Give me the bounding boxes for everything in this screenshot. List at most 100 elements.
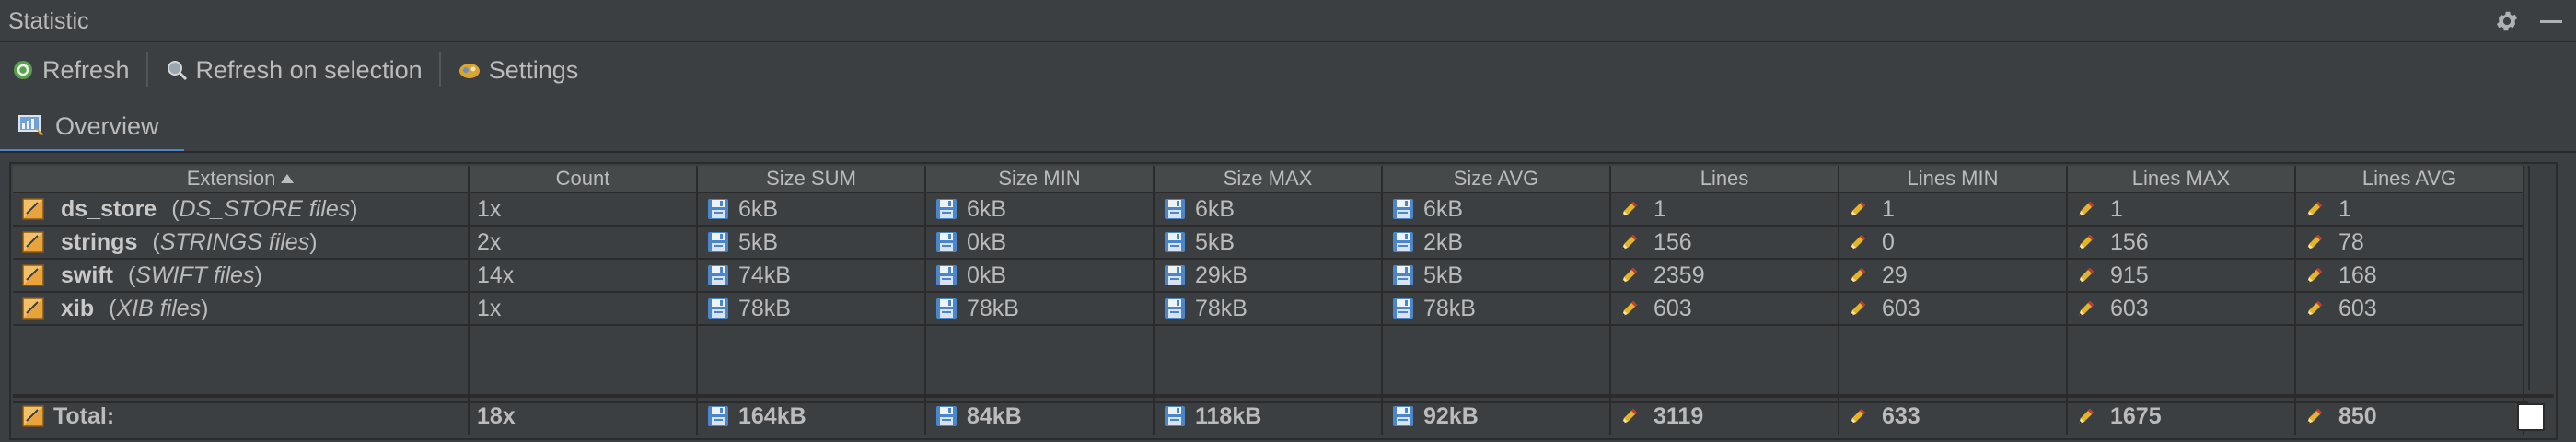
column-header-count[interactable]: Count (470, 166, 698, 193)
totals-size-avg-value: 92kB (1423, 402, 1479, 429)
count-cell: 2x (470, 227, 698, 260)
totals-count: 18x (470, 398, 698, 435)
floppy-disk-icon (934, 296, 959, 321)
lines-max-value: 156 (2110, 228, 2149, 255)
table-row[interactable]: strings (STRINGS files) 2x 5kB 0kB 5kB 2kB 156 0… (13, 227, 2528, 260)
count-value: 2x (477, 228, 502, 255)
totals-lines-max-value: 1675 (2110, 402, 2162, 429)
toolbar-separator (438, 52, 441, 87)
lines-avg-cell: 78 (2296, 227, 2524, 260)
table-row[interactable]: xib (XIB files) 1x 78kB 78kB 78kB 78kB 603 603 60… (13, 293, 2528, 326)
extension-description: (DS_STORE files) (171, 195, 358, 222)
column-header-size-max[interactable]: Size MAX (1155, 166, 1383, 193)
size-min-value: 0kB (967, 228, 1007, 255)
size-sum-cell: 6kB (698, 193, 926, 227)
size-avg-value: 6kB (1423, 195, 1464, 222)
lines-min-cell: 0 (1839, 227, 2068, 260)
column-header-size-avg[interactable]: Size AVG (1383, 166, 1611, 193)
size-sum-cell: 74kB (698, 260, 926, 293)
table-header: Extension Count Size SUM Size MIN Size M… (13, 166, 2528, 193)
lines-cell: 156 (1611, 227, 1839, 260)
column-header-label: Size MIN (998, 167, 1081, 190)
totals-size-min: 84kB (926, 398, 1155, 435)
totals-checkbox[interactable] (2517, 403, 2545, 431)
count-value: 1x (477, 195, 502, 222)
count-value: 14x (477, 262, 515, 288)
column-header-label: Size MAX (1223, 167, 1313, 190)
lines-min-value: 603 (1882, 295, 1920, 321)
count-cell: 1x (470, 293, 698, 326)
lines-avg-value: 1 (2338, 195, 2351, 222)
minimize-icon[interactable] (2535, 6, 2567, 37)
toolbar-separator (145, 52, 148, 87)
gear-icon[interactable] (2491, 6, 2523, 37)
pencil-icon (1619, 297, 1641, 320)
table-grid: Extension Count Size SUM Size MIN Size M… (13, 166, 2528, 403)
floppy-disk-icon (934, 262, 959, 288)
lines-avg-cell: 168 (2296, 260, 2524, 293)
pencil-icon (1619, 231, 1641, 253)
pencil-icon (1619, 405, 1641, 427)
vertical-scrollbar[interactable] (2528, 166, 2554, 390)
size-sum-value: 5kB (738, 228, 779, 255)
totals-size-sum-value: 164kB (738, 402, 806, 429)
size-avg-cell: 2kB (1383, 227, 1611, 260)
column-header-size-sum[interactable]: Size SUM (698, 166, 926, 193)
size-avg-value: 78kB (1423, 295, 1476, 321)
totals-row: Total: 18x 164kB 84kB 118kB 92kB 3119 63… (13, 394, 2554, 435)
column-header-extension[interactable]: Extension (13, 166, 470, 193)
pencil-icon (2303, 264, 2326, 286)
size-max-cell: 78kB (1155, 293, 1383, 326)
extension-cell: strings (STRINGS files) (13, 227, 470, 260)
lines-max-value: 1 (2110, 195, 2123, 222)
pencil-icon (1847, 198, 1869, 220)
column-header-lines-avg[interactable]: Lines AVG (2296, 166, 2524, 193)
table-body: ds_store (DS_STORE files) 1x 6kB 6kB 6kB 6kB 1 1… (13, 193, 2528, 326)
table-row[interactable]: swift (SWIFT files) 14x 74kB 0kB 29kB 5kB 2359 2… (13, 260, 2528, 293)
floppy-disk-icon (1390, 229, 1416, 255)
size-avg-cell: 78kB (1383, 293, 1611, 326)
table-row[interactable]: ds_store (DS_STORE files) 1x 6kB 6kB 6kB 6kB 1 1… (13, 193, 2528, 227)
refresh-on-selection-icon (165, 58, 189, 82)
refresh-button[interactable]: Refresh (0, 50, 141, 90)
totals-lines-avg-value: 850 (2338, 402, 2377, 429)
size-max-value: 29kB (1195, 262, 1247, 288)
column-header-lines-max[interactable]: Lines MAX (2068, 166, 2296, 193)
size-avg-cell: 6kB (1383, 193, 1611, 227)
file-type-icon (20, 403, 46, 429)
pencil-icon (2075, 297, 2097, 320)
lines-min-value: 29 (1882, 262, 1908, 288)
tab-overview[interactable]: Overview (0, 99, 184, 153)
totals-lines-min: 633 (1839, 398, 2068, 435)
extension-cell: ds_store (DS_STORE files) (13, 193, 470, 227)
totals-count-value: 18x (477, 402, 516, 429)
pencil-icon (1847, 405, 1869, 427)
refresh-on-selection-button[interactable]: Refresh on selection (154, 50, 434, 90)
size-min-value: 78kB (967, 295, 1019, 321)
size-max-cell: 29kB (1155, 260, 1383, 293)
size-max-cell: 6kB (1155, 193, 1383, 227)
column-header-label: Lines MIN (1907, 167, 1999, 190)
floppy-disk-icon (934, 196, 959, 222)
extension-description: (XIB files) (109, 295, 209, 321)
totals-size-sum: 164kB (698, 398, 926, 435)
size-min-value: 6kB (967, 195, 1007, 222)
column-header-lines[interactable]: Lines (1611, 166, 1839, 193)
settings-button[interactable]: Settings (447, 50, 590, 90)
extension-description-text: DS_STORE files (179, 195, 351, 222)
pencil-icon (2303, 231, 2326, 253)
size-max-value: 5kB (1195, 228, 1236, 255)
totals-lines: 3119 (1611, 398, 1839, 435)
refresh-label: Refresh (42, 55, 130, 84)
pencil-icon (2075, 231, 2097, 253)
extension-name: xib (61, 295, 95, 321)
column-header-label: Lines AVG (2361, 167, 2457, 190)
tab-overview-label: Overview (55, 111, 159, 140)
tab-strip: Overview (0, 99, 2576, 153)
window-title: Statistic (8, 8, 89, 34)
column-header-size-min[interactable]: Size MIN (926, 166, 1155, 193)
floppy-disk-icon (1390, 262, 1416, 288)
size-max-cell: 5kB (1155, 227, 1383, 260)
file-type-icon (20, 296, 46, 321)
column-header-lines-min[interactable]: Lines MIN (1839, 166, 2068, 193)
